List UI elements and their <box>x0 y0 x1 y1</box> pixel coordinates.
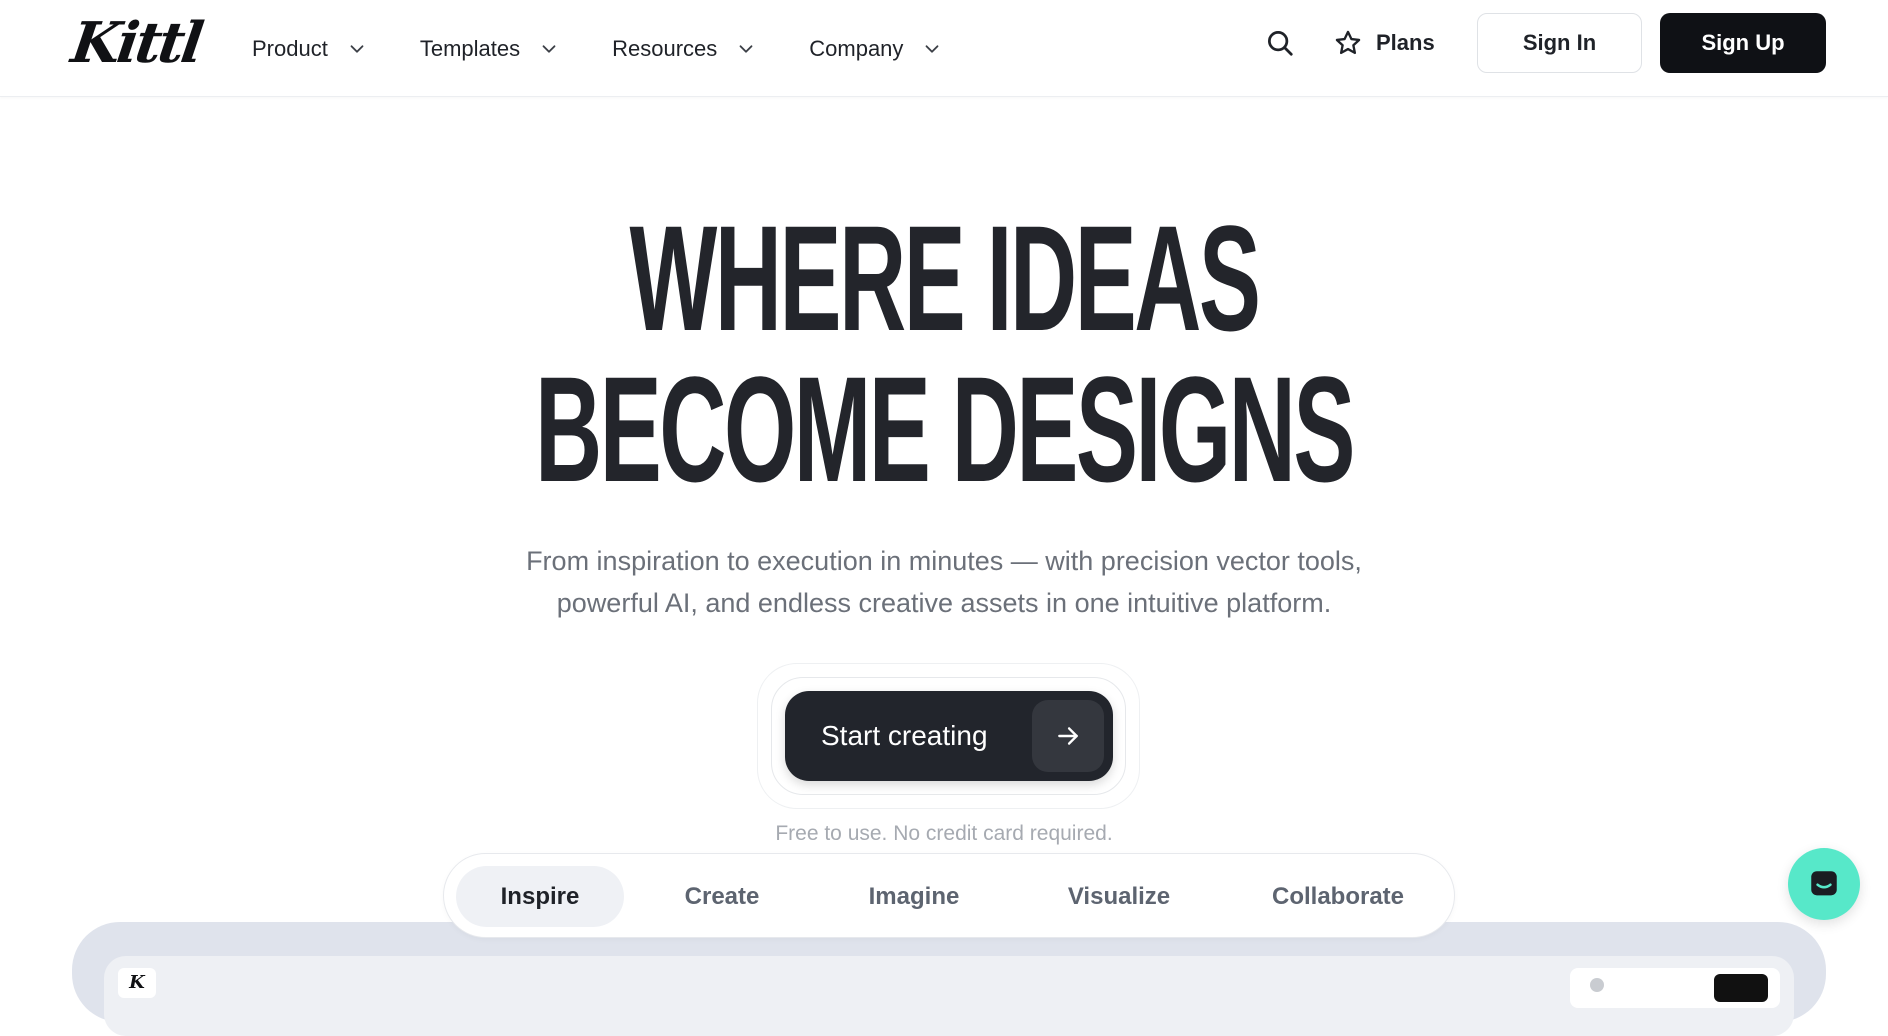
plans-label: Plans <box>1376 30 1435 55</box>
hero-headline-line-2: BECOME DESIGNS <box>0 354 1888 504</box>
nav-item-templates[interactable]: Templates <box>420 29 560 69</box>
headline-text: BECOME DESIGNS <box>535 345 1355 513</box>
chat-launcher-button[interactable] <box>1788 848 1860 920</box>
headline-text: WHERE IDEAS <box>629 194 1261 362</box>
tab-create[interactable]: Create <box>639 866 805 927</box>
mini-avatar <box>1590 978 1604 992</box>
kittl-logo[interactable]: Kittl <box>67 10 204 76</box>
start-creating-button[interactable]: Start creating <box>785 691 1113 781</box>
nav-item-resources[interactable]: Resources <box>612 29 757 69</box>
chat-icon <box>1811 871 1837 896</box>
sign-up-button[interactable]: Sign Up <box>1660 13 1826 73</box>
search-icon[interactable] <box>1265 28 1295 58</box>
nav-item-product[interactable]: Product <box>252 29 368 69</box>
chevron-down-icon <box>926 44 939 53</box>
main-menu: Product Templates Resources Company <box>252 0 943 97</box>
app-preview-window: K <box>104 956 1794 1036</box>
nav-item-label: Templates <box>419 35 521 61</box>
nav-item-label: Company <box>809 35 904 61</box>
hero-subtitle: From inspiration to execution in minutes… <box>0 540 1888 624</box>
free-note: Free to use. No credit card required. <box>775 822 1113 845</box>
tab-inspire[interactable]: Inspire <box>456 866 624 927</box>
cta-label: Start creating <box>821 720 988 751</box>
subtitle-line-1: From inspiration to execution in minutes… <box>526 546 1362 576</box>
nav-item-label: Resources <box>612 35 718 61</box>
feature-tabs: Inspire Create Imagine Visualize Collabo… <box>443 853 1455 938</box>
mini-logo: K <box>118 968 156 998</box>
nav-item-company[interactable]: Company <box>809 29 943 69</box>
mini-toolbar <box>1570 968 1780 1008</box>
nav-item-label: Product <box>252 35 328 61</box>
tab-imagine[interactable]: Imagine <box>820 866 1008 927</box>
subtitle-line-2: powerful AI, and endless creative assets… <box>556 588 1332 618</box>
star-icon <box>1335 30 1361 55</box>
top-navbar: Kittl Product Templates Resources Compan… <box>0 0 1888 97</box>
mini-action-button <box>1714 974 1768 1002</box>
arrow-right-icon <box>1058 727 1078 745</box>
tab-visualize[interactable]: Visualize <box>1022 866 1216 927</box>
chevron-down-icon <box>739 44 753 53</box>
tab-collaborate[interactable]: Collaborate <box>1230 866 1446 927</box>
hero-headline-line-1: WHERE IDEAS <box>0 203 1888 353</box>
chevron-down-icon <box>350 44 364 53</box>
chevron-down-icon <box>542 44 556 53</box>
sign-in-button[interactable]: Sign In <box>1477 13 1642 73</box>
plans-link[interactable]: Plans <box>1334 27 1435 59</box>
cta-arrow-box <box>1032 700 1104 772</box>
